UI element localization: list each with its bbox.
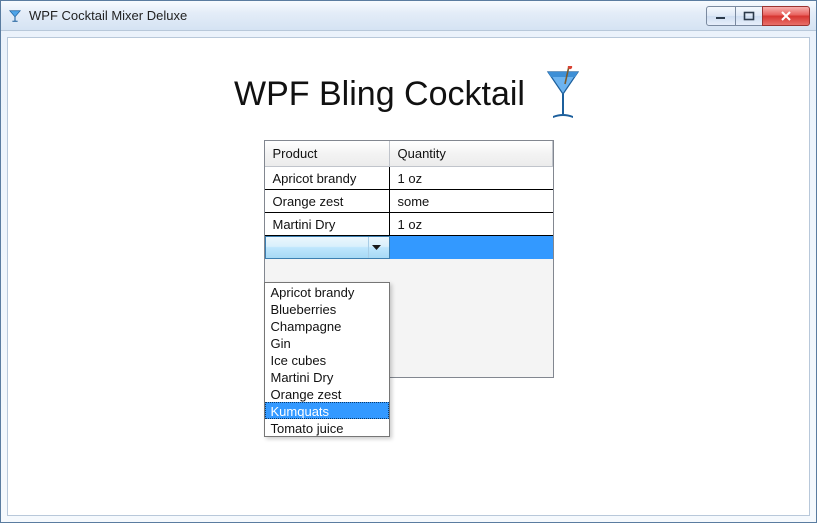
dropdown-item[interactable]: Champagne xyxy=(265,317,389,334)
dropdown-item[interactable]: Martini Dry xyxy=(265,368,389,385)
cell-quantity[interactable]: 1 oz xyxy=(390,167,553,189)
titlebar[interactable]: WPF Cocktail Mixer Deluxe xyxy=(1,1,816,31)
app-icon xyxy=(7,8,23,24)
minimize-button[interactable] xyxy=(706,6,736,26)
maximize-button[interactable] xyxy=(735,6,763,26)
table-row[interactable]: Martini Dry 1 oz xyxy=(265,213,553,236)
cell-product[interactable]: Martini Dry xyxy=(265,213,390,235)
dropdown-item[interactable]: Gin xyxy=(265,334,389,351)
header-product[interactable]: Product xyxy=(265,141,390,167)
table-row[interactable]: Apricot brandy 1 oz xyxy=(265,167,553,190)
new-row[interactable] xyxy=(265,236,553,259)
datagrid-header: Product Quantity xyxy=(265,141,553,167)
page-title: WPF Bling Cocktail xyxy=(234,75,525,114)
dropdown-item[interactable]: Tomato juice xyxy=(265,419,389,436)
cell-quantity[interactable]: some xyxy=(390,190,553,212)
cell-product[interactable]: Orange zest xyxy=(265,190,390,212)
cocktail-icon xyxy=(543,66,583,122)
dropdown-item[interactable]: Blueberries xyxy=(265,300,389,317)
window-title: WPF Cocktail Mixer Deluxe xyxy=(29,8,706,23)
chevron-down-icon[interactable] xyxy=(368,237,385,258)
datagrid-container: Product Quantity Apricot brandy 1 oz Ora… xyxy=(264,140,554,378)
dropdown-item[interactable]: Ice cubes xyxy=(265,351,389,368)
cell-quantity-selected[interactable] xyxy=(390,236,553,259)
product-dropdown[interactable]: Apricot brandy Blueberries Champagne Gin… xyxy=(264,282,390,437)
table-row[interactable]: Orange zest some xyxy=(265,190,553,213)
heading-row: WPF Bling Cocktail xyxy=(38,66,779,122)
window-controls xyxy=(706,6,810,26)
cell-quantity[interactable]: 1 oz xyxy=(390,213,553,235)
product-combobox[interactable] xyxy=(265,236,390,259)
app-window: WPF Cocktail Mixer Deluxe WPF Bling Cock… xyxy=(0,0,817,523)
cell-product[interactable]: Apricot brandy xyxy=(265,167,390,189)
header-quantity[interactable]: Quantity xyxy=(390,141,553,167)
close-button[interactable] xyxy=(762,6,810,26)
client-area: WPF Bling Cocktail Product Quantity xyxy=(7,37,810,516)
dropdown-item-highlighted[interactable]: Kumquats xyxy=(265,402,389,419)
dropdown-item[interactable]: Apricot brandy xyxy=(265,283,389,300)
dropdown-item[interactable]: Orange zest xyxy=(265,385,389,402)
